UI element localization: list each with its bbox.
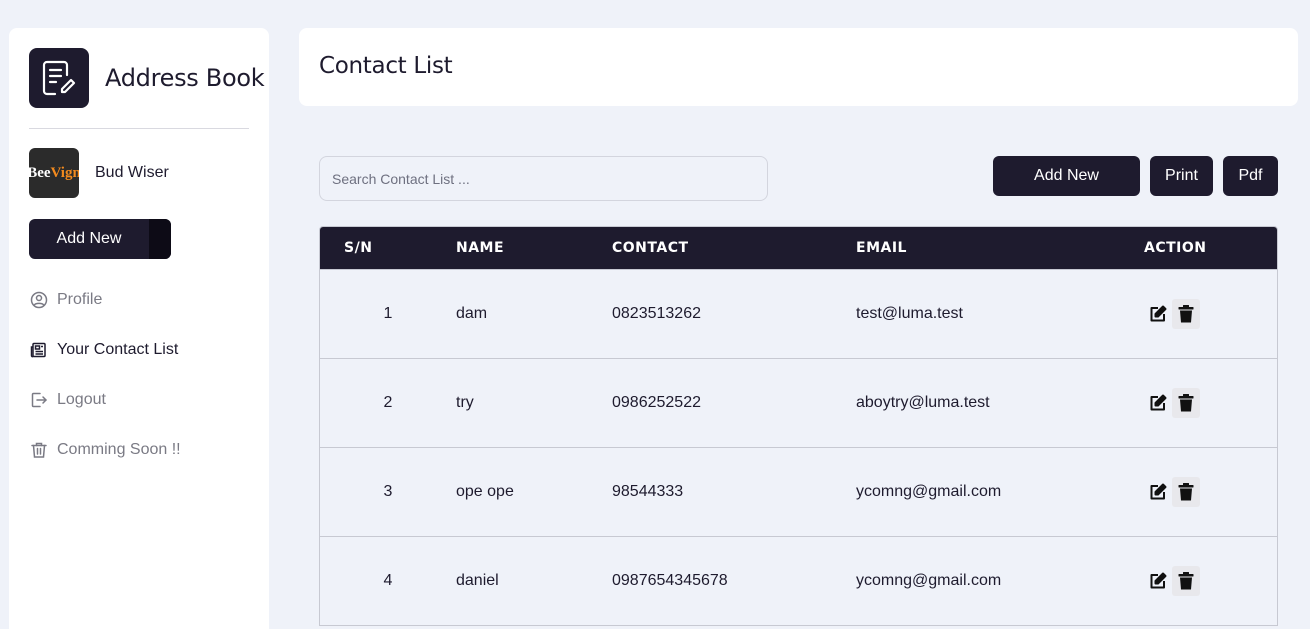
cell-name: dam bbox=[456, 304, 488, 322]
edit-icon[interactable] bbox=[1144, 299, 1172, 329]
table-row[interactable]: 4 daniel 0987654345678 ycomng@gmail.com bbox=[320, 536, 1277, 625]
column-header-name[interactable]: NAME bbox=[456, 227, 612, 269]
sidebar-item-logout[interactable]: Logout bbox=[29, 385, 181, 415]
edit-icon[interactable] bbox=[1144, 566, 1172, 596]
sidebar-item-label: Your Contact List bbox=[57, 341, 179, 358]
logout-icon bbox=[29, 390, 49, 410]
add-new-button[interactable]: Add New bbox=[993, 156, 1140, 196]
sidebar: Address Book Bee Vign Bud Wiser Add New P… bbox=[9, 28, 269, 629]
sidebar-item-label: Profile bbox=[57, 291, 103, 308]
cell-email: test@luma.test bbox=[856, 304, 963, 322]
avatar-text-vign: Vign bbox=[50, 164, 79, 181]
trash-icon bbox=[29, 440, 49, 460]
user-circle-icon bbox=[29, 290, 49, 310]
user-name: Bud Wiser bbox=[95, 164, 169, 181]
search-input[interactable] bbox=[319, 156, 768, 201]
sidebar-item-label: Comming Soon !! bbox=[57, 441, 181, 458]
column-header-sn[interactable]: S/N bbox=[320, 227, 456, 269]
page-header: Contact List bbox=[299, 28, 1298, 106]
sidebar-item-profile[interactable]: Profile bbox=[29, 285, 181, 315]
cell-contact: 0986252522 bbox=[612, 393, 701, 411]
column-header-action: ACTION bbox=[1144, 239, 1207, 256]
row-actions bbox=[1144, 476, 1277, 507]
cell-action bbox=[1144, 536, 1277, 625]
avatar-text-bee: Bee bbox=[29, 164, 51, 181]
cell-action bbox=[1144, 358, 1277, 447]
sidebar-item-label: Logout bbox=[57, 391, 106, 408]
cell-contact: 0823513262 bbox=[612, 304, 701, 322]
delete-icon[interactable] bbox=[1172, 565, 1200, 596]
cell-action bbox=[1144, 447, 1277, 536]
edit-icon[interactable] bbox=[1144, 388, 1172, 418]
table-body: 1 dam 0823513262 test@luma.test 2 try 09… bbox=[320, 269, 1277, 625]
newspaper-icon bbox=[29, 340, 49, 360]
table-row[interactable]: 1 dam 0823513262 test@luma.test bbox=[320, 269, 1277, 358]
avatar: Bee Vign bbox=[29, 148, 79, 198]
cell-sn: 1 bbox=[383, 304, 393, 322]
cell-sn: 2 bbox=[383, 393, 393, 411]
cell-name: try bbox=[456, 393, 474, 411]
sidebar-nav: Profile Your Contact List Logout Comming… bbox=[29, 285, 181, 485]
sidebar-add-new-button[interactable]: Add New bbox=[29, 219, 171, 259]
cell-email: ycomng@gmail.com bbox=[856, 482, 1002, 500]
cell-contact: 0987654345678 bbox=[612, 571, 728, 589]
delete-icon[interactable] bbox=[1172, 298, 1200, 329]
cell-action bbox=[1144, 269, 1277, 358]
page-title: Contact List bbox=[319, 53, 453, 79]
cell-sn: 4 bbox=[383, 571, 393, 589]
cell-email: ycomng@gmail.com bbox=[856, 571, 1002, 589]
row-actions bbox=[1144, 565, 1277, 596]
app-title: Address Book bbox=[105, 64, 265, 92]
pdf-button[interactable]: Pdf bbox=[1223, 156, 1278, 196]
delete-icon[interactable] bbox=[1172, 476, 1200, 507]
brand[interactable]: Address Book bbox=[29, 48, 265, 108]
sidebar-item-contact-list[interactable]: Your Contact List bbox=[29, 335, 181, 365]
edit-icon[interactable] bbox=[1144, 477, 1172, 507]
cell-name: ope ope bbox=[456, 482, 514, 500]
cell-contact: 98544333 bbox=[612, 482, 684, 500]
cell-sn: 3 bbox=[383, 482, 393, 500]
column-header-email[interactable]: EMAIL bbox=[856, 227, 1144, 269]
row-actions bbox=[1144, 387, 1277, 418]
delete-icon[interactable] bbox=[1172, 387, 1200, 418]
row-actions bbox=[1144, 298, 1277, 329]
print-button[interactable]: Print bbox=[1150, 156, 1213, 196]
cell-email: aboytry@luma.test bbox=[856, 393, 990, 411]
user-profile[interactable]: Bee Vign Bud Wiser bbox=[29, 148, 169, 198]
column-header-contact[interactable]: CONTACT bbox=[612, 227, 856, 269]
table-header-row: S/N NAME CONTACT EMAIL ACTION bbox=[320, 227, 1277, 269]
sidebar-add-new-dropdown[interactable] bbox=[149, 219, 171, 259]
divider bbox=[29, 128, 249, 129]
table-row[interactable]: 3 ope ope 98544333 ycomng@gmail.com bbox=[320, 447, 1277, 536]
cell-name: daniel bbox=[456, 571, 499, 589]
sidebar-item-coming-soon[interactable]: Comming Soon !! bbox=[29, 435, 181, 465]
contact-table: S/N NAME CONTACT EMAIL ACTION 1 dam 0823… bbox=[320, 227, 1277, 625]
sidebar-add-new-label: Add New bbox=[56, 230, 122, 247]
table-row[interactable]: 2 try 0986252522 aboytry@luma.test bbox=[320, 358, 1277, 447]
address-book-logo-icon bbox=[29, 48, 89, 108]
contact-table-container: S/N NAME CONTACT EMAIL ACTION 1 dam 0823… bbox=[319, 226, 1278, 626]
